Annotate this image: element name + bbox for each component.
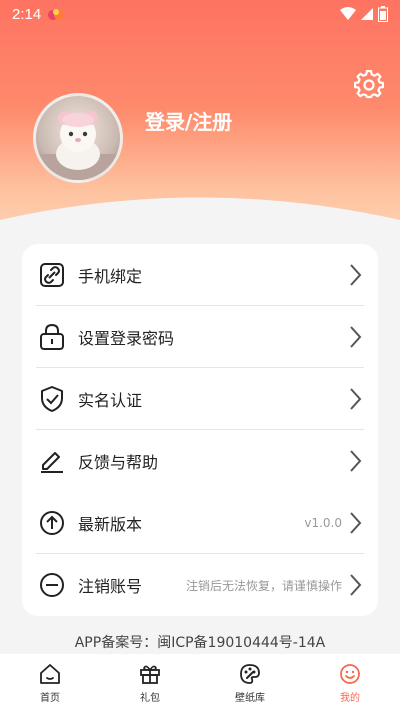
wifi-icon [340,7,356,20]
nav-label: 首页 [40,693,60,704]
app-notification-icon [48,9,65,20]
avatar-image [36,111,120,180]
lock-icon [40,323,64,350]
chevron-right-icon [350,574,362,596]
menu-item-label: 手机绑定 [78,266,143,286]
smile-icon [340,664,360,684]
delete-account-warning: 注销后无法恢复，请谨慎操作 [185,578,342,593]
minus-circle-icon [40,573,64,597]
status-time: 2:14 [12,5,42,23]
icp-record-number: APP备案号：闽ICP备19010444号-14A [74,635,326,651]
avatar[interactable] [33,93,123,183]
signal-icon [361,8,373,20]
version-value: v1.0.0 [304,515,342,530]
palette-icon [240,664,260,684]
status-bar: 2:14 [0,0,400,28]
chevron-right-icon [350,387,362,410]
edit-icon [41,452,63,473]
menu-item-feedback-help[interactable]: 反馈与帮助 [36,430,364,492]
login-register-link[interactable]: 登录/注册 [145,106,232,135]
chevron-right-icon [350,325,362,348]
nav-tab-wallpaper[interactable]: 壁纸库 [200,654,300,711]
menu-item-label: 反馈与帮助 [78,453,159,472]
nav-label: 我的 [340,693,360,704]
menu-item-label: 设置登录密码 [78,328,175,348]
chevron-right-icon [350,263,362,286]
nav-tab-home[interactable]: 首页 [0,654,100,711]
link-icon [40,262,64,287]
home-icon [40,664,60,684]
menu-item-label: 最新版本 [78,514,143,534]
menu-item-delete-account[interactable]: 注销账号 注销后无法恢复，请谨慎操作 [36,554,364,616]
chevron-right-icon [350,511,362,534]
nav-tab-gift[interactable]: 礼包 [100,654,200,711]
menu-item-set-password[interactable]: 设置登录密码 [36,306,364,368]
shield-check-icon [41,385,63,412]
arrow-up-circle-icon [40,510,64,535]
nav-label: 礼包 [140,693,160,704]
menu-item-label: 注销账号 [78,577,143,596]
battery-icon [378,6,388,22]
menu-item-real-name-verification[interactable]: 实名认证 [36,368,364,430]
menu-item-phone-binding[interactable]: 手机绑定 [36,244,364,306]
bottom-navigation: 首页 礼包 壁纸库 我的 [0,654,400,711]
menu-card: 手机绑定 设置登录密码 实名认证 反馈与帮助 最新版本 v1.0.0 注销账号 … [22,244,378,616]
gift-icon [140,665,160,684]
menu-item-label: 实名认证 [78,390,143,410]
settings-gear-icon[interactable] [354,70,384,100]
menu-item-latest-version[interactable]: 最新版本 v1.0.0 [36,492,364,554]
header-curve [0,197,400,250]
nav-label: 壁纸库 [235,693,265,704]
chevron-right-icon [350,450,362,472]
nav-tab-mine[interactable]: 我的 [300,654,400,711]
